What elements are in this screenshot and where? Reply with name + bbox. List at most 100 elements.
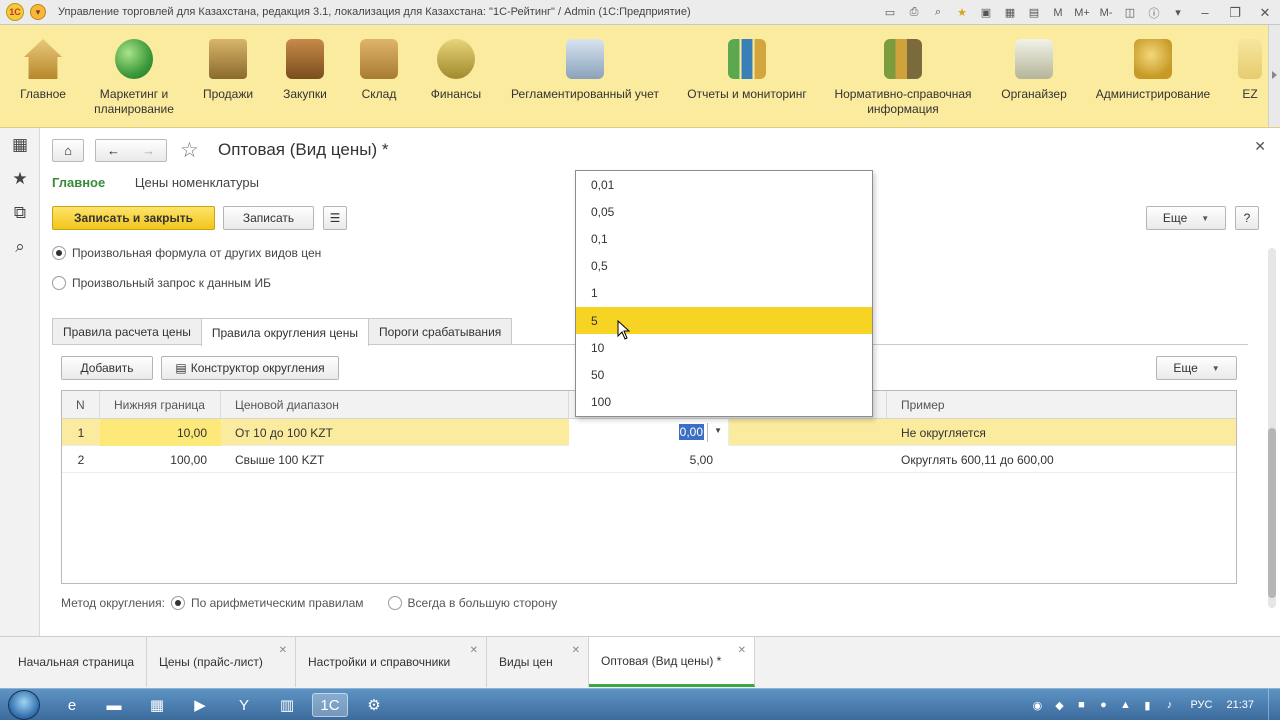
- section-main[interactable]: Главное: [18, 39, 68, 102]
- section-marketing[interactable]: Маркетинг и планирование: [92, 39, 176, 117]
- add-button[interactable]: Добавить: [61, 356, 153, 380]
- accuracy-input[interactable]: 0,00: [678, 424, 704, 440]
- section-finance[interactable]: Финансы: [428, 39, 484, 102]
- form-scrollbar[interactable]: [1268, 248, 1276, 608]
- section-reference[interactable]: Нормативно-справочная информация: [833, 39, 973, 117]
- favorites-star-icon[interactable]: ★: [0, 162, 40, 196]
- history-icon[interactable]: ⧉: [0, 196, 40, 230]
- section-regulated[interactable]: Регламентированный учет: [510, 39, 660, 102]
- volume-icon[interactable]: ♪: [1160, 696, 1178, 714]
- notes-icon[interactable]: ▥: [269, 693, 305, 717]
- tab-rounding-rules[interactable]: Правила округления цены: [200, 318, 369, 346]
- memory-button[interactable]: M: [1048, 3, 1068, 23]
- dropdown-option[interactable]: 0,5: [576, 252, 872, 279]
- memory-plus-button[interactable]: M+: [1072, 3, 1092, 23]
- link-item-prices[interactable]: Цены номенклатуры: [135, 175, 259, 190]
- radio-button[interactable]: [52, 246, 66, 260]
- chevron-down-icon[interactable]: ▼: [714, 426, 722, 435]
- section-purchases[interactable]: Закупки: [280, 39, 330, 102]
- column-header-example[interactable]: Пример: [887, 391, 1236, 419]
- close-icon[interactable]: ✕: [470, 645, 478, 656]
- table-row[interactable]: 2 100,00 Свыше 100 KZT 5,00 Округлять 60…: [62, 446, 1236, 473]
- window-icon[interactable]: ◫: [1120, 3, 1140, 23]
- language-indicator[interactable]: РУС: [1190, 699, 1212, 711]
- scrollbar-thumb[interactable]: [1268, 428, 1276, 598]
- show-desktop-button[interactable]: [1268, 689, 1280, 720]
- print-icon[interactable]: ⎙: [904, 3, 924, 23]
- tray-app-icon[interactable]: ▲: [1116, 696, 1134, 714]
- dropdown-option[interactable]: 1: [576, 279, 872, 306]
- window-tab-price-list[interactable]: Цены (прайс-лист) ✕: [147, 637, 296, 687]
- sections-scroll-right-button[interactable]: [1268, 25, 1280, 127]
- section-sales[interactable]: Продажи: [200, 39, 256, 102]
- calc-icon[interactable]: ▦: [1000, 3, 1020, 23]
- bookmark-icon[interactable]: ▣: [976, 3, 996, 23]
- radio-query-option[interactable]: Произвольный запрос к данным ИБ: [52, 276, 271, 290]
- main-menu-button[interactable]: ▾: [30, 4, 46, 20]
- section-reports[interactable]: Отчеты и мониторинг: [686, 39, 808, 102]
- column-header-lower-bound[interactable]: Нижняя граница: [100, 391, 221, 419]
- tray-app-icon[interactable]: ◉: [1028, 696, 1046, 714]
- minimize-button[interactable]: –: [1192, 3, 1218, 23]
- section-administration[interactable]: Администрирование: [1094, 39, 1212, 102]
- screen-icon[interactable]: ▭: [880, 3, 900, 23]
- tools-icon[interactable]: ⚙: [356, 693, 392, 717]
- radio-label-arithmetic[interactable]: По арифметическим правилам: [191, 596, 364, 610]
- list-icon[interactable]: ☰: [323, 206, 347, 230]
- window-tab-settings[interactable]: Настройки и справочники ✕: [296, 637, 487, 687]
- close-icon[interactable]: ✕: [738, 645, 746, 656]
- window-tab-home[interactable]: Начальная страница: [0, 637, 147, 687]
- save-button[interactable]: Записать: [223, 206, 314, 230]
- clock[interactable]: 21:37: [1226, 699, 1254, 711]
- radio-button[interactable]: [387, 596, 402, 610]
- search-icon[interactable]: ⌕: [928, 3, 948, 23]
- close-icon[interactable]: ✕: [572, 645, 580, 656]
- dropdown-option[interactable]: 0,01: [576, 171, 872, 198]
- save-and-close-button[interactable]: Записать и закрыть: [52, 206, 215, 230]
- form-close-icon[interactable]: ✕: [1254, 138, 1266, 155]
- star-icon[interactable]: ★: [952, 3, 972, 23]
- network-icon[interactable]: ▮: [1138, 696, 1156, 714]
- dropdown-option[interactable]: 0,1: [576, 225, 872, 252]
- memory-minus-button[interactable]: M-: [1096, 3, 1116, 23]
- help-button[interactable]: ?: [1235, 206, 1259, 230]
- restore-button[interactable]: ❐: [1222, 3, 1248, 23]
- back-arrow-icon[interactable]: ←: [107, 143, 120, 158]
- menu-icon[interactable]: ▾: [1168, 3, 1188, 23]
- section-ez[interactable]: EZ: [1236, 39, 1264, 102]
- radio-button[interactable]: [170, 596, 185, 610]
- yandex-icon[interactable]: Y: [226, 693, 262, 717]
- home-button[interactable]: ⌂: [52, 139, 84, 162]
- radio-formula-option[interactable]: Произвольная формула от других видов цен: [52, 246, 321, 260]
- window-tab-wholesale[interactable]: Оптовая (Вид цены) * ✕: [589, 637, 755, 687]
- ie-icon[interactable]: e: [54, 693, 90, 717]
- more-button[interactable]: Еще ▼: [1146, 206, 1226, 230]
- window-tab-price-types[interactable]: Виды цен ✕: [487, 637, 589, 687]
- section-warehouse[interactable]: Склад: [355, 39, 403, 102]
- start-button[interactable]: [8, 690, 40, 720]
- apps-grid-icon[interactable]: ▦: [0, 128, 40, 162]
- link-main[interactable]: Главное: [52, 175, 105, 190]
- 1c-icon[interactable]: 1С: [312, 693, 348, 717]
- info-icon[interactable]: ⓘ: [1144, 3, 1164, 23]
- calendar-icon[interactable]: ▤: [1024, 3, 1044, 23]
- forward-arrow-icon[interactable]: →: [142, 143, 155, 158]
- table-row[interactable]: 1 10,00 От 10 до 100 KZT 0,00 ▼ Не округ…: [62, 419, 1236, 446]
- table-more-button[interactable]: Еще ▼: [1156, 356, 1237, 380]
- radio-button[interactable]: [52, 276, 66, 290]
- tray-app-icon[interactable]: ●: [1094, 696, 1112, 714]
- column-header-price-range[interactable]: Ценовой диапазон: [221, 391, 569, 419]
- media-icon[interactable]: ▶: [182, 693, 218, 717]
- section-organizer[interactable]: Органайзер: [999, 39, 1069, 102]
- excel-icon[interactable]: ▦: [139, 693, 175, 717]
- dropdown-option[interactable]: 50: [576, 361, 872, 388]
- accuracy-editor[interactable]: 0,00 ▼: [569, 419, 729, 446]
- dropdown-option[interactable]: 0,05: [576, 198, 872, 225]
- tab-thresholds[interactable]: Пороги срабатывания: [367, 318, 513, 345]
- favorite-star-icon[interactable]: ☆: [180, 138, 199, 163]
- explorer-icon[interactable]: ▬: [96, 693, 132, 717]
- close-button[interactable]: ✕: [1252, 3, 1278, 23]
- rounding-constructor-button[interactable]: ▤ Конструктор округления: [161, 356, 339, 380]
- tray-app-icon[interactable]: ■: [1072, 696, 1090, 714]
- tab-calculation-rules[interactable]: Правила расчета цены: [52, 318, 202, 345]
